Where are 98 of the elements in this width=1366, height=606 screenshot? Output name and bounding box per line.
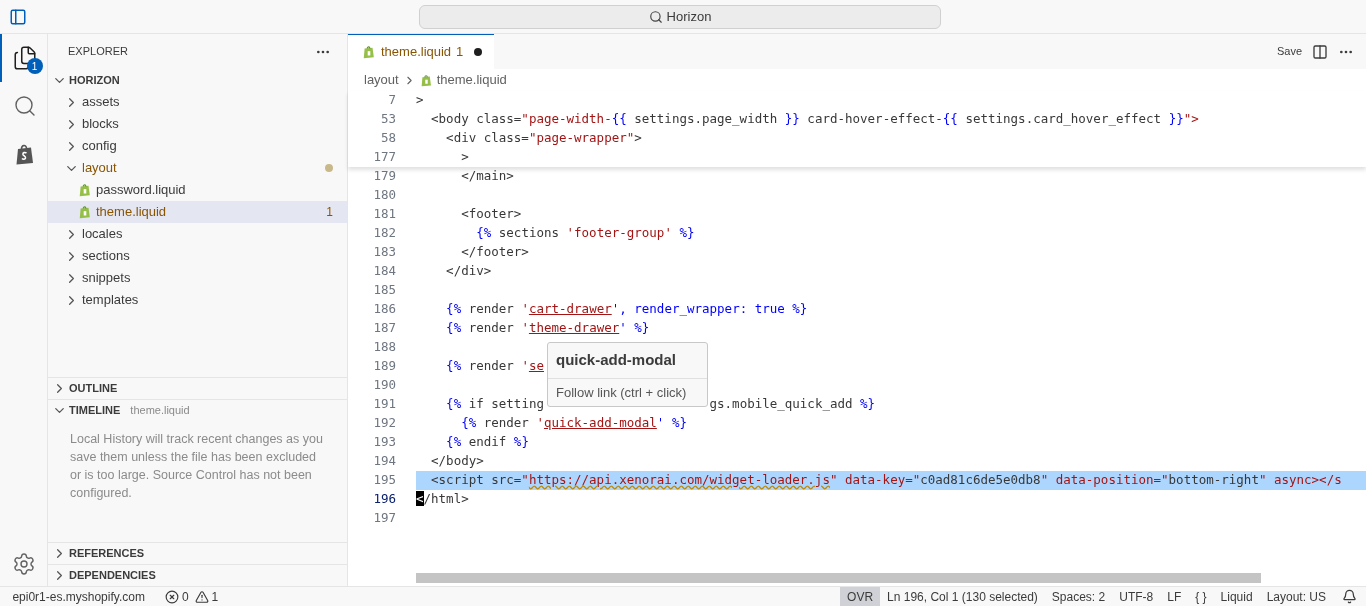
problem-count: 1 bbox=[326, 204, 333, 221]
line-number: 53 bbox=[379, 110, 396, 129]
code-link[interactable]: theme-drawer bbox=[528, 320, 620, 335]
line-number: 177 bbox=[372, 148, 396, 167]
warning-icon bbox=[194, 589, 209, 604]
line-number: 179 bbox=[372, 167, 396, 186]
line-number: 194 bbox=[372, 452, 396, 471]
search-icon bbox=[648, 10, 663, 24]
code-line: <footer> bbox=[460, 205, 522, 223]
code-link[interactable]: quick-add-modal bbox=[543, 415, 657, 430]
status-item[interactable]: { } bbox=[1188, 586, 1214, 606]
sidebar-title: EXPLORER bbox=[68, 44, 128, 60]
tree-header[interactable]: HORIZON bbox=[48, 69, 347, 91]
line-number: 195 bbox=[372, 471, 396, 490]
code-line: {% render 'cart-drawer', render_wrapper: true %} bbox=[445, 300, 808, 318]
code-line: {% render 'se bbox=[445, 357, 544, 375]
code-line: <div class="page-wrapper"> bbox=[445, 129, 642, 147]
settings-icon[interactable] bbox=[11, 552, 36, 576]
line-number: 186 bbox=[372, 300, 396, 319]
line-number: 188 bbox=[372, 338, 396, 357]
code-link[interactable]: cart-drawer bbox=[528, 301, 612, 316]
activity-bar-item[interactable]: 1 bbox=[0, 34, 48, 82]
status-item[interactable]: Ln 196, Col 1 (130 selected) bbox=[880, 586, 1045, 606]
folder-item[interactable]: snippets bbox=[48, 267, 347, 289]
file-item[interactable]: theme.liquid 1 bbox=[48, 201, 347, 223]
status-item[interactable]: LF bbox=[1160, 586, 1189, 606]
folder-item[interactable]: locales bbox=[48, 223, 347, 245]
code-line: <script src="https://api.xenorai.com/widget-loader.js" data-key="c0ad81c6de5e0db8" data-position="bottom-right" async></s bbox=[430, 471, 1342, 489]
error-icon bbox=[164, 589, 179, 604]
code-line: {% sections 'footer-group' %} bbox=[475, 224, 695, 242]
folder-item[interactable]: blocks bbox=[48, 113, 347, 135]
files-icon bbox=[11, 45, 38, 71]
shopping-bag-icon bbox=[78, 183, 92, 197]
line-number: 189 bbox=[372, 357, 396, 376]
timeline-message: Local History will track recent changes as you save them unless the file has been excluded or is too large. Source Control has not been configured. bbox=[70, 431, 324, 502]
line-number: 196 bbox=[372, 490, 396, 509]
follow-link-hint: Follow link (ctrl + click) bbox=[556, 384, 687, 400]
line-number: 7 bbox=[387, 91, 396, 110]
status-item[interactable]: Liquid bbox=[1213, 586, 1260, 606]
status-item[interactable]: Spaces: 2 bbox=[1044, 586, 1113, 606]
split-editor-icon[interactable] bbox=[1312, 43, 1328, 60]
folder-item[interactable]: layout bbox=[48, 157, 347, 179]
notifications-icon[interactable] bbox=[1342, 589, 1357, 604]
notification-badge: 1 bbox=[26, 58, 43, 74]
problems-indicator[interactable]: 0 1 bbox=[160, 587, 223, 606]
code-line: {% render 'theme-drawer' %} bbox=[445, 319, 650, 337]
code-link[interactable]: se bbox=[528, 358, 544, 373]
status-item[interactable]: Layout: US bbox=[1259, 586, 1333, 606]
line-number: 182 bbox=[372, 224, 396, 243]
shopping-bag-icon bbox=[362, 45, 376, 59]
panel-header[interactable]: TIMELINE theme.liquid bbox=[48, 400, 347, 421]
code-link[interactable]: https://api.xenorai.com/widget-loader.js bbox=[528, 472, 830, 487]
code-line: {% if setting bbox=[445, 395, 544, 413]
status-item[interactable]: OVR bbox=[840, 586, 881, 606]
editor-tab[interactable]: theme.liquid 1 bbox=[348, 34, 495, 69]
tooltip-title: quick-add-modal bbox=[556, 351, 676, 368]
code-line: gs.mobile_quick_add %} bbox=[709, 395, 876, 413]
folder-item[interactable]: assets bbox=[48, 91, 347, 113]
code-line: </div> bbox=[445, 262, 492, 280]
shopping-bag-icon bbox=[419, 73, 433, 87]
remote-indicator[interactable]: epi0r1-es.myshopify.com bbox=[0, 587, 161, 606]
code-line: <body class="page-width-{{ settings.page_width }} card-hover-effect-{{ settings.card_hover_effect }}"> bbox=[430, 110, 1199, 128]
folder-item[interactable]: templates bbox=[48, 289, 347, 311]
shopping-bag-icon bbox=[78, 205, 92, 219]
status-item[interactable]: UTF-8 bbox=[1112, 586, 1161, 606]
search-icon bbox=[12, 94, 37, 118]
line-number: 58 bbox=[379, 129, 396, 148]
code-line: </html> bbox=[416, 490, 469, 508]
command-center[interactable]: Horizon bbox=[419, 5, 941, 29]
code-line: > bbox=[460, 148, 469, 166]
breadcrumb-item[interactable]: layout bbox=[364, 70, 399, 90]
line-number: 184 bbox=[372, 262, 396, 281]
horizontal-scrollbar[interactable] bbox=[416, 573, 1261, 583]
line-number: 180 bbox=[372, 186, 396, 205]
code-line: {% endif %} bbox=[445, 433, 529, 451]
code-line: > bbox=[416, 91, 424, 109]
line-number: 197 bbox=[372, 509, 396, 528]
breadcrumb-item[interactable]: theme.liquid bbox=[436, 70, 507, 90]
panel-header[interactable]: OUTLINE bbox=[48, 378, 347, 399]
folder-item[interactable]: sections bbox=[48, 245, 347, 267]
line-number: 183 bbox=[372, 243, 396, 262]
line-number: 193 bbox=[372, 433, 396, 452]
line-number: 185 bbox=[372, 281, 396, 300]
panel-header[interactable]: REFERENCES bbox=[48, 543, 347, 564]
folder-item[interactable]: config bbox=[48, 135, 347, 157]
sidebar-toggle-icon[interactable] bbox=[9, 7, 27, 26]
line-number: 191 bbox=[372, 395, 396, 414]
code-line: </main> bbox=[460, 167, 514, 185]
line-number: 181 bbox=[372, 205, 396, 224]
line-number: 192 bbox=[372, 414, 396, 433]
code-line: </footer> bbox=[460, 243, 529, 261]
file-item[interactable]: password.liquid bbox=[48, 179, 347, 201]
code-line: {% render 'quick-add-modal' %} bbox=[460, 414, 687, 432]
line-number: 190 bbox=[372, 376, 396, 395]
line-number: 187 bbox=[372, 319, 396, 338]
code-line: </body> bbox=[430, 452, 484, 470]
save-button[interactable]: Save bbox=[1276, 43, 1302, 60]
panel-header[interactable]: DEPENDENCIES bbox=[48, 565, 347, 586]
